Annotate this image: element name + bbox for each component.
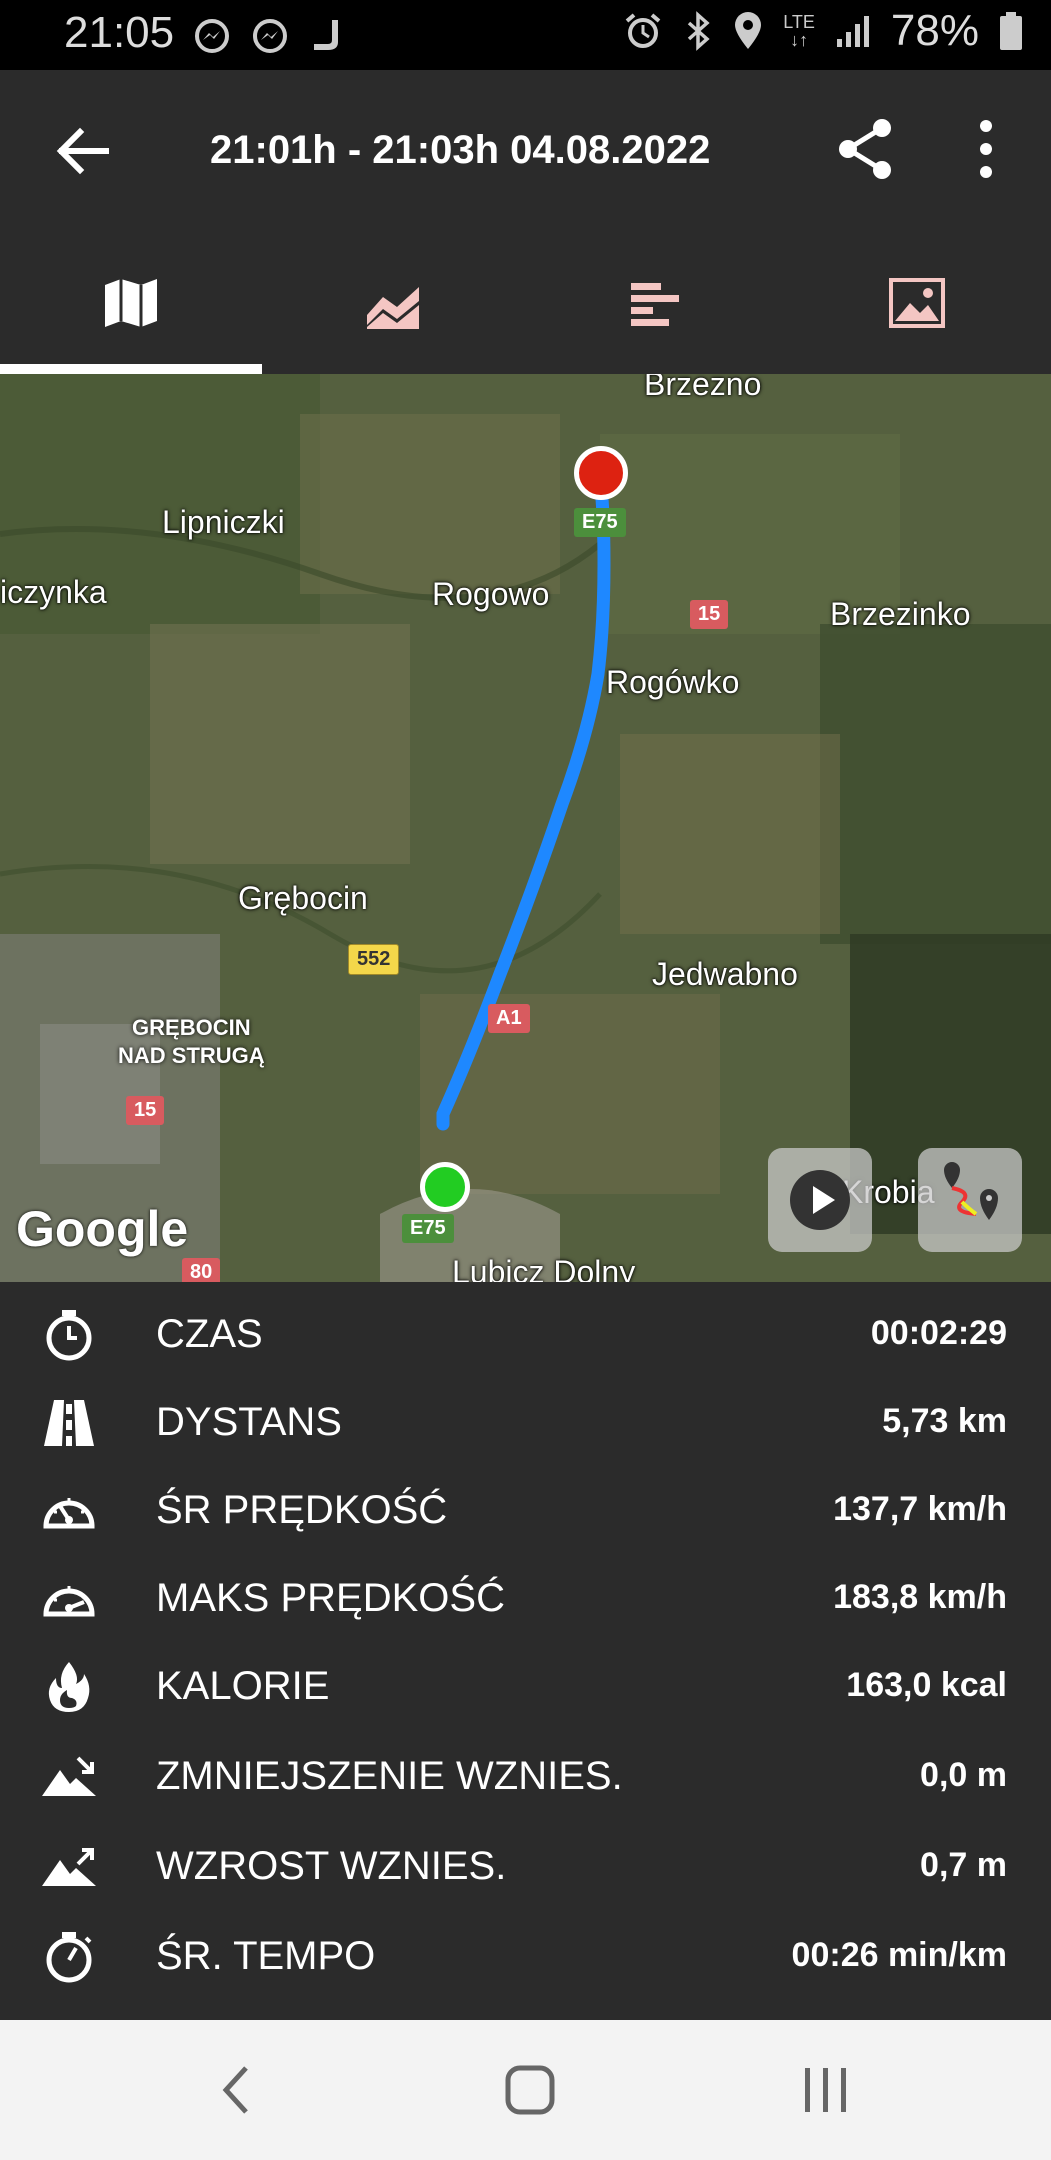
chart-tab[interactable] (262, 232, 524, 374)
stat-value: 137,7 km/h (833, 1490, 1007, 1528)
map-label-brzezinko: Brzezinko (830, 596, 971, 632)
stat-value: 00:02:29 (870, 1314, 1007, 1352)
road-shield-15: 15 (690, 600, 729, 629)
end-marker (574, 446, 628, 500)
stat-row-dystans: DYSTANS 5,73 km (0, 1378, 1051, 1466)
stat-value: 183,8 km/h (833, 1578, 1007, 1616)
road-shield-15: 15 (126, 1096, 165, 1125)
stat-row-sr-predkosc: ŚR PRĘDKOŚĆ 137,7 km/h (0, 1466, 1051, 1554)
stat-row-maks-predkosc: MAKS PRĘDKOŚĆ 183,8 km/h (0, 1554, 1051, 1642)
start-marker (420, 1162, 470, 1212)
map-label-jedwabno: Jedwabno (652, 956, 798, 992)
more-options-button[interactable] (964, 116, 1008, 182)
app-bar: 21:01h - 21:03h 04.08.2022 (0, 70, 1051, 232)
map-label-grebocin: Grębocin (238, 880, 368, 916)
arrow-back-icon (56, 127, 109, 175)
stat-label: KALORIE (156, 1664, 330, 1708)
stat-row-wzrost-wznies: WZROST WZNIES. 0,7 m (0, 1822, 1051, 1910)
road-shield-552: 552 (348, 944, 400, 975)
road-shield-e75: E75 (574, 508, 626, 537)
road-icon (44, 1400, 94, 1446)
nav-home-button[interactable] (490, 2060, 570, 2120)
stat-label: DYSTANS (156, 1400, 342, 1444)
stat-label: MAKS PRĘDKOŚĆ (156, 1576, 505, 1620)
map-label-rogowko: Rogówko (606, 664, 740, 700)
map-label-lubicz-dolny: Lubicz Dolny (452, 1254, 636, 1282)
back-button[interactable] (50, 118, 116, 184)
stat-label: ZMNIEJSZENIE WZNIES. (156, 1754, 623, 1798)
map-label-rogowo: Rogowo (432, 576, 550, 612)
speedometer-max-icon (43, 1586, 95, 1617)
nav-back-button[interactable] (196, 2060, 276, 2120)
stat-label: ŚR PRĘDKOŚĆ (156, 1488, 448, 1532)
stats-tab[interactable] (524, 232, 786, 374)
stat-label: ŚR. TEMPO (156, 1934, 376, 1978)
road-shield-e75: E75 (402, 1214, 454, 1243)
lte-icon: LTE ↓↑ (783, 12, 815, 50)
stat-label: WZROST WZNIES. (156, 1844, 507, 1888)
alarm-icon (625, 13, 661, 48)
stopwatch-pace-icon (46, 1932, 92, 1983)
image-icon (889, 278, 945, 328)
location-icon (735, 12, 762, 49)
route-markers-icon (944, 1162, 998, 1220)
messenger-icon (195, 19, 229, 53)
status-right: LTE ↓↑ 78% (623, 6, 1023, 56)
battery-percentage: 78% (890, 6, 979, 55)
share-icon (839, 119, 891, 179)
route-map[interactable]: Brzezno Lipniczki iczynka Rogowo Brzezin… (0, 374, 1051, 1282)
battery-icon (1000, 12, 1022, 50)
active-tab-indicator (0, 364, 262, 374)
elevation-down-icon (42, 1756, 96, 1796)
nav-recents-button[interactable] (786, 2060, 866, 2120)
speedometer-icon (43, 1498, 95, 1529)
road-shield-80: 80 (182, 1258, 221, 1282)
photos-tab[interactable] (786, 232, 1048, 374)
elevation-up-icon (42, 1848, 96, 1886)
stopwatch-icon (46, 1310, 92, 1361)
more-vert-icon (980, 120, 992, 178)
map-label-iczynka: iczynka (0, 574, 107, 610)
status-time: 21:05 (64, 8, 175, 57)
stat-row-czas: CZAS 00:02:29 (0, 1290, 1051, 1378)
bluetooth-icon (688, 11, 710, 51)
play-route-button[interactable] (768, 1148, 872, 1252)
stat-value: 0,0 m (920, 1756, 1007, 1794)
stat-value: 0,7 m (920, 1846, 1007, 1884)
road-shield-a1: A1 (488, 1004, 530, 1033)
status-bar: 21:05 LTE ↓↑ 78% (0, 0, 1051, 70)
j-app-icon (314, 20, 338, 50)
stat-value: 5,73 km (882, 1402, 1007, 1440)
system-nav-bar (0, 2020, 1051, 2160)
area-chart-icon (367, 287, 419, 329)
home-icon (505, 2065, 555, 2115)
recents-icon (805, 2068, 846, 2112)
map-tab[interactable] (0, 232, 262, 374)
play-icon (790, 1170, 850, 1230)
route-path (436, 463, 611, 1131)
messenger-icon (253, 19, 287, 53)
tab-bar (0, 232, 1051, 374)
stat-value: 163,0 kcal (846, 1666, 1007, 1704)
chevron-left-icon (222, 2066, 248, 2114)
map-label-grebocin-nad-struga: GRĘBOCIN NAD STRUGĄ (118, 1015, 265, 1068)
stat-row-zmniejszenie-wznies: ZMNIEJSZENIE WZNIES. 0,0 m (0, 1732, 1051, 1820)
map-icon (105, 279, 157, 327)
notification-icons (194, 18, 344, 54)
share-button[interactable] (834, 116, 898, 182)
signal-icon (836, 16, 869, 47)
bar-list-icon (631, 283, 679, 326)
stats-panel: CZAS 00:02:29 DYSTANS 5,73 km ŚR PRĘDKOŚ… (0, 1282, 1051, 2020)
google-attribution: Google (16, 1201, 189, 1257)
stat-label: CZAS (156, 1312, 263, 1356)
stat-row-kalorie: KALORIE 163,0 kcal (0, 1642, 1051, 1730)
page-title: 21:01h - 21:03h 04.08.2022 (210, 128, 711, 172)
stat-row-sr-tempo: ŚR. TEMPO 00:26 min/km (0, 1912, 1051, 2000)
map-label-brzezno: Brzezno (644, 374, 762, 402)
stat-value: 00:26 min/km (791, 1936, 1007, 1974)
flame-icon (48, 1662, 90, 1712)
route-markers-button[interactable] (918, 1148, 1022, 1252)
map-label-lipniczki: Lipniczki (162, 504, 285, 540)
